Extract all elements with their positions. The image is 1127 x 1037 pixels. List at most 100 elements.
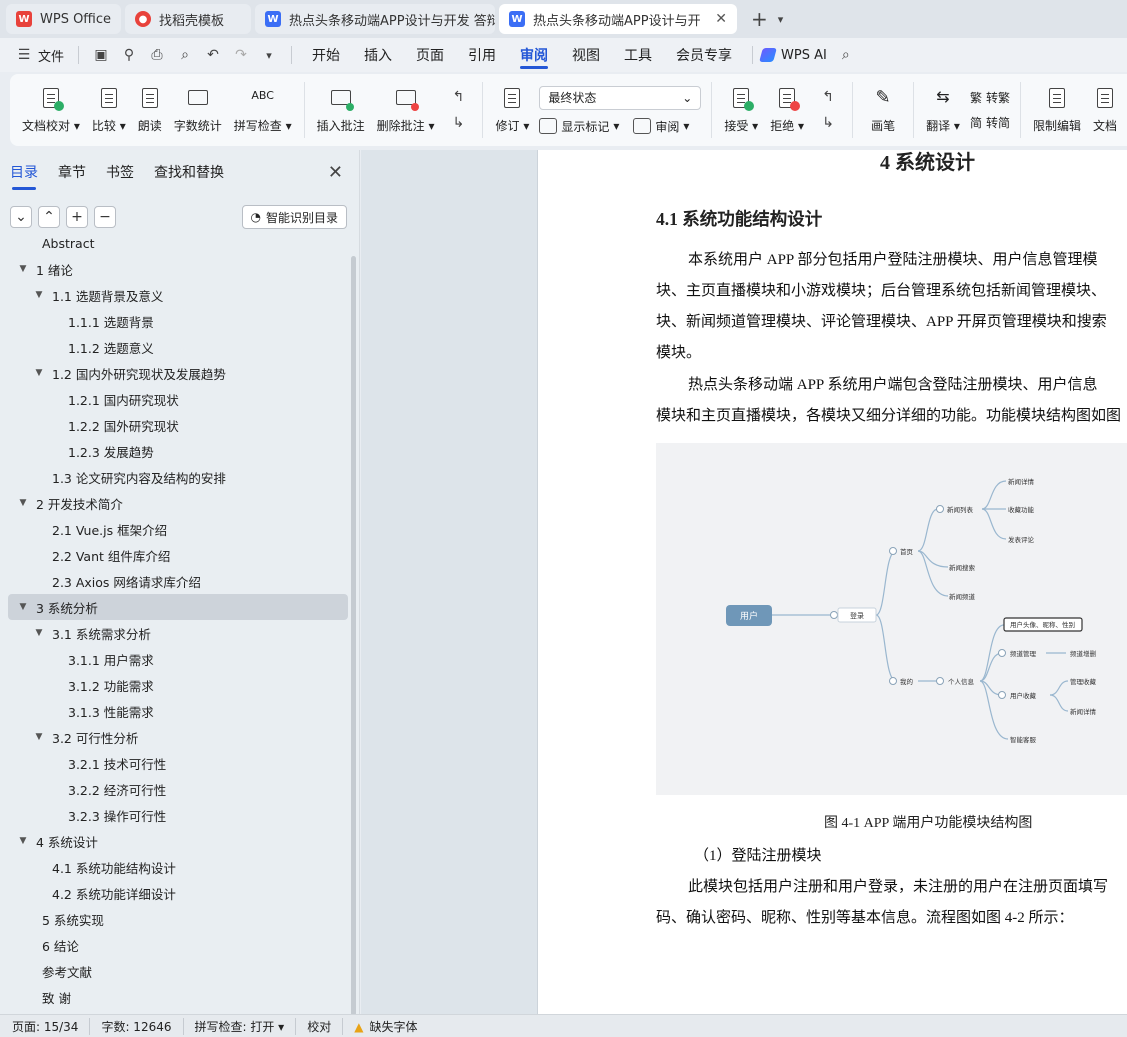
collapse-icon[interactable]: ⌃ bbox=[38, 206, 60, 228]
compare-button[interactable]: 比较 ▾ bbox=[86, 74, 132, 146]
toc-item[interactable]: 1.2.3 发展趋势 bbox=[8, 438, 348, 464]
menu-reference[interactable]: 引用 bbox=[456, 38, 508, 72]
smart-toc-button[interactable]: ◔ 智能识别目录 bbox=[241, 205, 347, 229]
toc-item[interactable]: 3.2.2 经济可行性 bbox=[8, 776, 348, 802]
search-icon[interactable]: ⌕ bbox=[837, 46, 855, 64]
toc-item[interactable]: 3.2.1 技术可行性 bbox=[8, 750, 348, 776]
toc-toggle-icon[interactable]: ▼ bbox=[32, 732, 46, 742]
expand-icon[interactable]: ⌄ bbox=[10, 206, 32, 228]
toc-toggle-icon[interactable]: ▼ bbox=[32, 290, 46, 300]
more-chevron-icon[interactable]: ▾ bbox=[260, 46, 278, 64]
toc-toggle-icon[interactable]: ▼ bbox=[16, 602, 30, 612]
wps-ai-button[interactable]: WPS AI bbox=[781, 48, 827, 63]
redo-icon[interactable]: ↷ bbox=[232, 46, 250, 64]
proof-status[interactable]: 校对 bbox=[296, 1017, 344, 1035]
toc-item[interactable]: 3.1.2 功能需求 bbox=[8, 672, 348, 698]
previous-comment-icon[interactable]: ↰ bbox=[449, 88, 467, 106]
toc-item[interactable]: ▼ 1.1 选题背景及意义 bbox=[8, 282, 348, 308]
revise-button[interactable]: 修订 ▾ bbox=[489, 74, 535, 146]
previous-revision-icon[interactable]: ↰ bbox=[819, 88, 837, 106]
toc-item[interactable]: 4.1 系统功能结构设计 bbox=[8, 854, 348, 880]
toc-item[interactable]: 2.1 Vue.js 框架介绍 bbox=[8, 516, 348, 542]
pen-button[interactable]: ✎ 画笔 bbox=[859, 74, 907, 146]
menu-insert[interactable]: 插入 bbox=[352, 38, 404, 72]
toc-item[interactable]: 2.3 Axios 网络请求库介绍 bbox=[8, 568, 348, 594]
toc-item[interactable]: ▼ 3 系统分析 bbox=[8, 594, 348, 620]
toc-item[interactable]: 3.1.3 性能需求 bbox=[8, 698, 348, 724]
toc-item[interactable]: 3.2.3 操作可行性 bbox=[8, 802, 348, 828]
spell-check-button[interactable]: ABC 拼写检查 ▾ bbox=[228, 74, 298, 146]
next-comment-icon[interactable]: ↳ bbox=[449, 114, 467, 132]
markup-status-select[interactable]: 最终状态 ⌄ bbox=[539, 85, 702, 110]
toc-item[interactable]: ▼ 2 开发技术简介 bbox=[8, 490, 348, 516]
toc-item[interactable]: 5 系统实现 bbox=[8, 906, 348, 932]
scrollbar[interactable] bbox=[351, 256, 356, 1016]
toc-toggle-icon[interactable]: ▼ bbox=[16, 498, 30, 508]
toc-item[interactable]: 4.2 系统功能详细设计 bbox=[8, 880, 348, 906]
remove-icon[interactable]: − bbox=[94, 206, 116, 228]
page-indicator[interactable]: 页面: 15/34 bbox=[12, 1017, 91, 1035]
save-icon[interactable]: ▣ bbox=[92, 46, 110, 64]
translate-button[interactable]: ⇆ 翻译 ▾ bbox=[920, 74, 966, 146]
print-preview-icon[interactable]: ⌕ bbox=[176, 46, 194, 64]
tab-wps-office[interactable]: W WPS Office bbox=[6, 4, 121, 34]
toc-toggle-icon[interactable]: ▼ bbox=[32, 628, 46, 638]
tab-daoke-templates[interactable]: ● 找稻壳模板 bbox=[125, 4, 251, 34]
add-icon[interactable]: + bbox=[66, 206, 88, 228]
reject-button[interactable]: 拒绝 ▾ bbox=[764, 74, 810, 146]
file-menu[interactable]: 文件 bbox=[38, 46, 64, 65]
review-pane-button[interactable]: 审阅 ▾ bbox=[633, 118, 689, 135]
to-simplified-button[interactable]: 简转简 bbox=[970, 114, 1010, 131]
toc-item[interactable]: ▼ 4 系统设计 bbox=[8, 828, 348, 854]
toc-item[interactable]: ▼ 3.2 可行性分析 bbox=[8, 724, 348, 750]
menu-review[interactable]: 审阅 bbox=[508, 38, 560, 72]
toc-item[interactable]: 2.2 Vant 组件库介绍 bbox=[8, 542, 348, 568]
tab-toc[interactable]: 目录 bbox=[10, 162, 38, 190]
accept-button[interactable]: 接受 ▾ bbox=[718, 74, 764, 146]
close-tab-icon[interactable]: ✕ bbox=[715, 11, 727, 27]
restrict-edit-button[interactable]: 限制编辑 bbox=[1027, 74, 1087, 146]
menu-view[interactable]: 视图 bbox=[560, 38, 612, 72]
tab-doc-active[interactable]: W 热点头条移动端APP设计与开发 ✕ bbox=[499, 4, 737, 34]
hamburger-icon[interactable]: ☰ bbox=[15, 46, 33, 64]
toc-item[interactable]: ▼ 1.2 国内外研究现状及发展趋势 bbox=[8, 360, 348, 386]
menu-member[interactable]: 会员专享 bbox=[664, 38, 744, 72]
new-tab-icon[interactable]: + bbox=[751, 7, 768, 31]
next-revision-icon[interactable]: ↳ bbox=[819, 114, 837, 132]
toc-item[interactable]: 1.3 论文研究内容及结构的安排 bbox=[8, 464, 348, 490]
toc-item[interactable]: 6 结论 bbox=[8, 932, 348, 958]
toc-toggle-icon[interactable]: ▼ bbox=[16, 264, 30, 274]
share-icon[interactable]: ⚲ bbox=[120, 46, 138, 64]
missing-font-status[interactable]: ▲ 缺失字体 bbox=[343, 1018, 428, 1035]
menu-tools[interactable]: 工具 bbox=[612, 38, 664, 72]
word-count[interactable]: 字数: 12646 bbox=[90, 1017, 184, 1035]
to-traditional-button[interactable]: 繁转繁 bbox=[970, 89, 1010, 106]
toc-item[interactable]: Abstract bbox=[8, 230, 348, 256]
print-icon[interactable]: ⎙ bbox=[148, 46, 166, 64]
menu-start[interactable]: 开始 bbox=[300, 38, 352, 72]
toc-item[interactable]: 1.2.1 国内研究现状 bbox=[8, 386, 348, 412]
menu-page[interactable]: 页面 bbox=[404, 38, 456, 72]
toc-item[interactable]: 3.1.1 用户需求 bbox=[8, 646, 348, 672]
document-page[interactable]: 4 系统设计 4.1 系统功能结构设计 本系统用户 APP 部分包括用户登陆注册… bbox=[537, 150, 1127, 1014]
tab-bookmarks[interactable]: 书签 bbox=[106, 162, 134, 188]
toc-item[interactable]: 参考文献 bbox=[8, 958, 348, 984]
toc-item[interactable]: 1.1.2 选题意义 bbox=[8, 334, 348, 360]
insert-comment-button[interactable]: 插入批注 bbox=[311, 74, 371, 146]
tab-sections[interactable]: 章节 bbox=[58, 162, 86, 188]
read-aloud-button[interactable]: 朗读 bbox=[132, 74, 168, 146]
doc-check-button[interactable]: 文档校对 ▾ bbox=[16, 74, 86, 146]
toc-item[interactable]: ▼ 3.1 系统需求分析 bbox=[8, 620, 348, 646]
chevron-down-icon[interactable]: ▾ bbox=[778, 13, 784, 26]
tab-doc-defense[interactable]: W 热点头条移动端APP设计与开发 答辩 bbox=[255, 4, 495, 34]
toc-toggle-icon[interactable]: ▼ bbox=[32, 368, 46, 378]
delete-comment-button[interactable]: 删除批注 ▾ bbox=[371, 74, 441, 146]
toc-toggle-icon[interactable]: ▼ bbox=[16, 836, 30, 846]
toc-item[interactable]: 致 谢 bbox=[8, 984, 348, 1010]
toc-item[interactable]: 1.2.2 国外研究现状 bbox=[8, 412, 348, 438]
spell-check-status[interactable]: 拼写检查: 打开 ▾ bbox=[184, 1017, 297, 1035]
doc-more-button[interactable]: 文档 bbox=[1087, 74, 1123, 146]
close-icon[interactable]: ✕ bbox=[328, 162, 343, 183]
word-count-button[interactable]: 字数统计 bbox=[168, 74, 228, 146]
undo-icon[interactable]: ↶ bbox=[204, 46, 222, 64]
